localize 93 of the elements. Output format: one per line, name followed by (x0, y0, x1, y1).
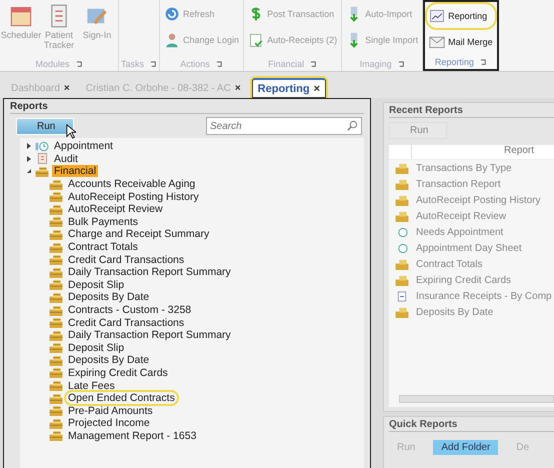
expand-icon[interactable] (398, 60, 405, 68)
coins-icon (395, 210, 409, 222)
document-icon (395, 290, 409, 302)
group-label: Modules (35, 59, 70, 69)
tree-item[interactable]: AutoReceipt Review (66, 203, 165, 216)
clipboard-icon (35, 153, 49, 164)
coins-icon (35, 166, 49, 177)
tree-item[interactable]: Deposit Slip (66, 278, 126, 291)
panel-title: Recent Reports (389, 105, 554, 118)
coins-icon (49, 242, 63, 253)
tree-item[interactable]: Bulk Payments (66, 216, 140, 228)
panel-title: Quick Reports (389, 419, 554, 432)
tree-item[interactable]: Daily Transaction Report Summary (66, 266, 233, 278)
clock-icon (35, 140, 49, 152)
coins-icon (395, 162, 409, 174)
close-icon[interactable]: × (314, 82, 320, 94)
ribbon-button[interactable]: Reporting (427, 4, 495, 28)
coins-icon (49, 216, 63, 228)
coins-icon (49, 317, 63, 328)
tree-item[interactable]: Deposits By Date (66, 291, 152, 304)
expand-icon[interactable] (480, 58, 487, 66)
tree-item[interactable]: AutoReceipt Posting History (66, 190, 201, 203)
coins-icon (49, 279, 63, 290)
expand-icon[interactable] (76, 60, 83, 68)
coins-icon (49, 292, 63, 303)
group-label: Reporting (434, 57, 474, 67)
group-label: Imaging (360, 59, 392, 69)
tree-item[interactable]: Open Ended Contracts (66, 392, 177, 404)
calendar-icon (9, 4, 33, 28)
tree-item[interactable]: Contracts - Custom - 3258 (66, 304, 194, 316)
tree-item[interactable]: Expiring Credit Cards (66, 366, 170, 379)
search-field[interactable]: Search (206, 117, 362, 135)
coins-icon (49, 330, 63, 341)
refresh-icon (164, 6, 180, 22)
coins-icon (49, 191, 63, 202)
person-icon (164, 32, 180, 48)
tree-item[interactable]: Financial (52, 165, 98, 178)
coins-icon (49, 228, 63, 240)
envelope-icon (429, 34, 446, 50)
tree-item[interactable]: Deposits By Date (66, 354, 152, 366)
expand-icon[interactable] (150, 60, 158, 68)
coins-icon (49, 354, 63, 366)
group-label: Financial (268, 59, 304, 69)
search-icon (347, 120, 358, 131)
expand-icon[interactable] (310, 60, 318, 68)
run-button[interactable]: Run (16, 118, 74, 134)
coins-icon (395, 178, 409, 190)
document-tab[interactable]: Cristian C. Orbohe - 08-382 - AC × (80, 78, 246, 98)
coins-icon (49, 418, 63, 429)
coins-icon (49, 392, 63, 404)
tree-item[interactable]: Accounts Receivable Aging (66, 178, 198, 190)
toolbar-button[interactable]: Add Folder (433, 440, 498, 455)
coins-icon (395, 306, 409, 318)
coins-icon (49, 254, 63, 266)
coins-icon (395, 194, 409, 206)
receipt-icon (248, 32, 264, 48)
panel-title: Reports (10, 101, 364, 114)
tree-item[interactable]: Management Report - 1653 (66, 430, 198, 442)
tree-item[interactable]: Deposit Slip (66, 342, 126, 354)
document-tab[interactable]: Dashboard × (6, 78, 75, 98)
tree-item[interactable]: Pre-Paid Amounts (66, 404, 155, 417)
coins-icon (395, 274, 409, 286)
tree-item[interactable]: Credit Card Transactions (66, 316, 186, 329)
coins-icon (49, 266, 63, 278)
coins-icon (49, 178, 63, 190)
ribbon-button[interactable]: Mail Merge (427, 30, 495, 54)
expand-icon[interactable] (216, 60, 223, 68)
coins-icon (49, 380, 63, 392)
report-icon (429, 8, 446, 24)
coins-icon (49, 430, 63, 442)
coins-icon (49, 405, 63, 416)
coins-icon (49, 304, 63, 316)
expander-icon[interactable] (26, 168, 32, 174)
coins-icon (49, 204, 63, 215)
expander-icon[interactable] (26, 143, 32, 150)
tree-item[interactable]: Projected Income (66, 417, 152, 430)
coins-icon (49, 367, 63, 378)
tree-item[interactable]: Daily Transaction Report Summary (66, 329, 233, 342)
tree-item[interactable]: Late Fees (66, 380, 117, 392)
expander-icon[interactable] (26, 156, 32, 162)
coins-icon (395, 258, 409, 270)
tree-item[interactable]: Contract Totals (66, 241, 140, 254)
close-icon[interactable]: × (234, 82, 241, 94)
group-label: Actions (180, 59, 210, 69)
scrollbar[interactable] (399, 395, 554, 403)
document-tab[interactable]: Reporting × (252, 78, 326, 98)
tree-item[interactable]: Appointment (52, 140, 115, 152)
tree-item[interactable]: Credit Card Transactions (66, 254, 186, 266)
tree-item[interactable]: Audit (52, 152, 80, 165)
coins-icon (49, 342, 63, 354)
close-icon[interactable]: × (64, 82, 70, 94)
group-label: Tasks (121, 59, 144, 69)
tree-item[interactable]: Charge and Receipt Summary (66, 228, 212, 240)
